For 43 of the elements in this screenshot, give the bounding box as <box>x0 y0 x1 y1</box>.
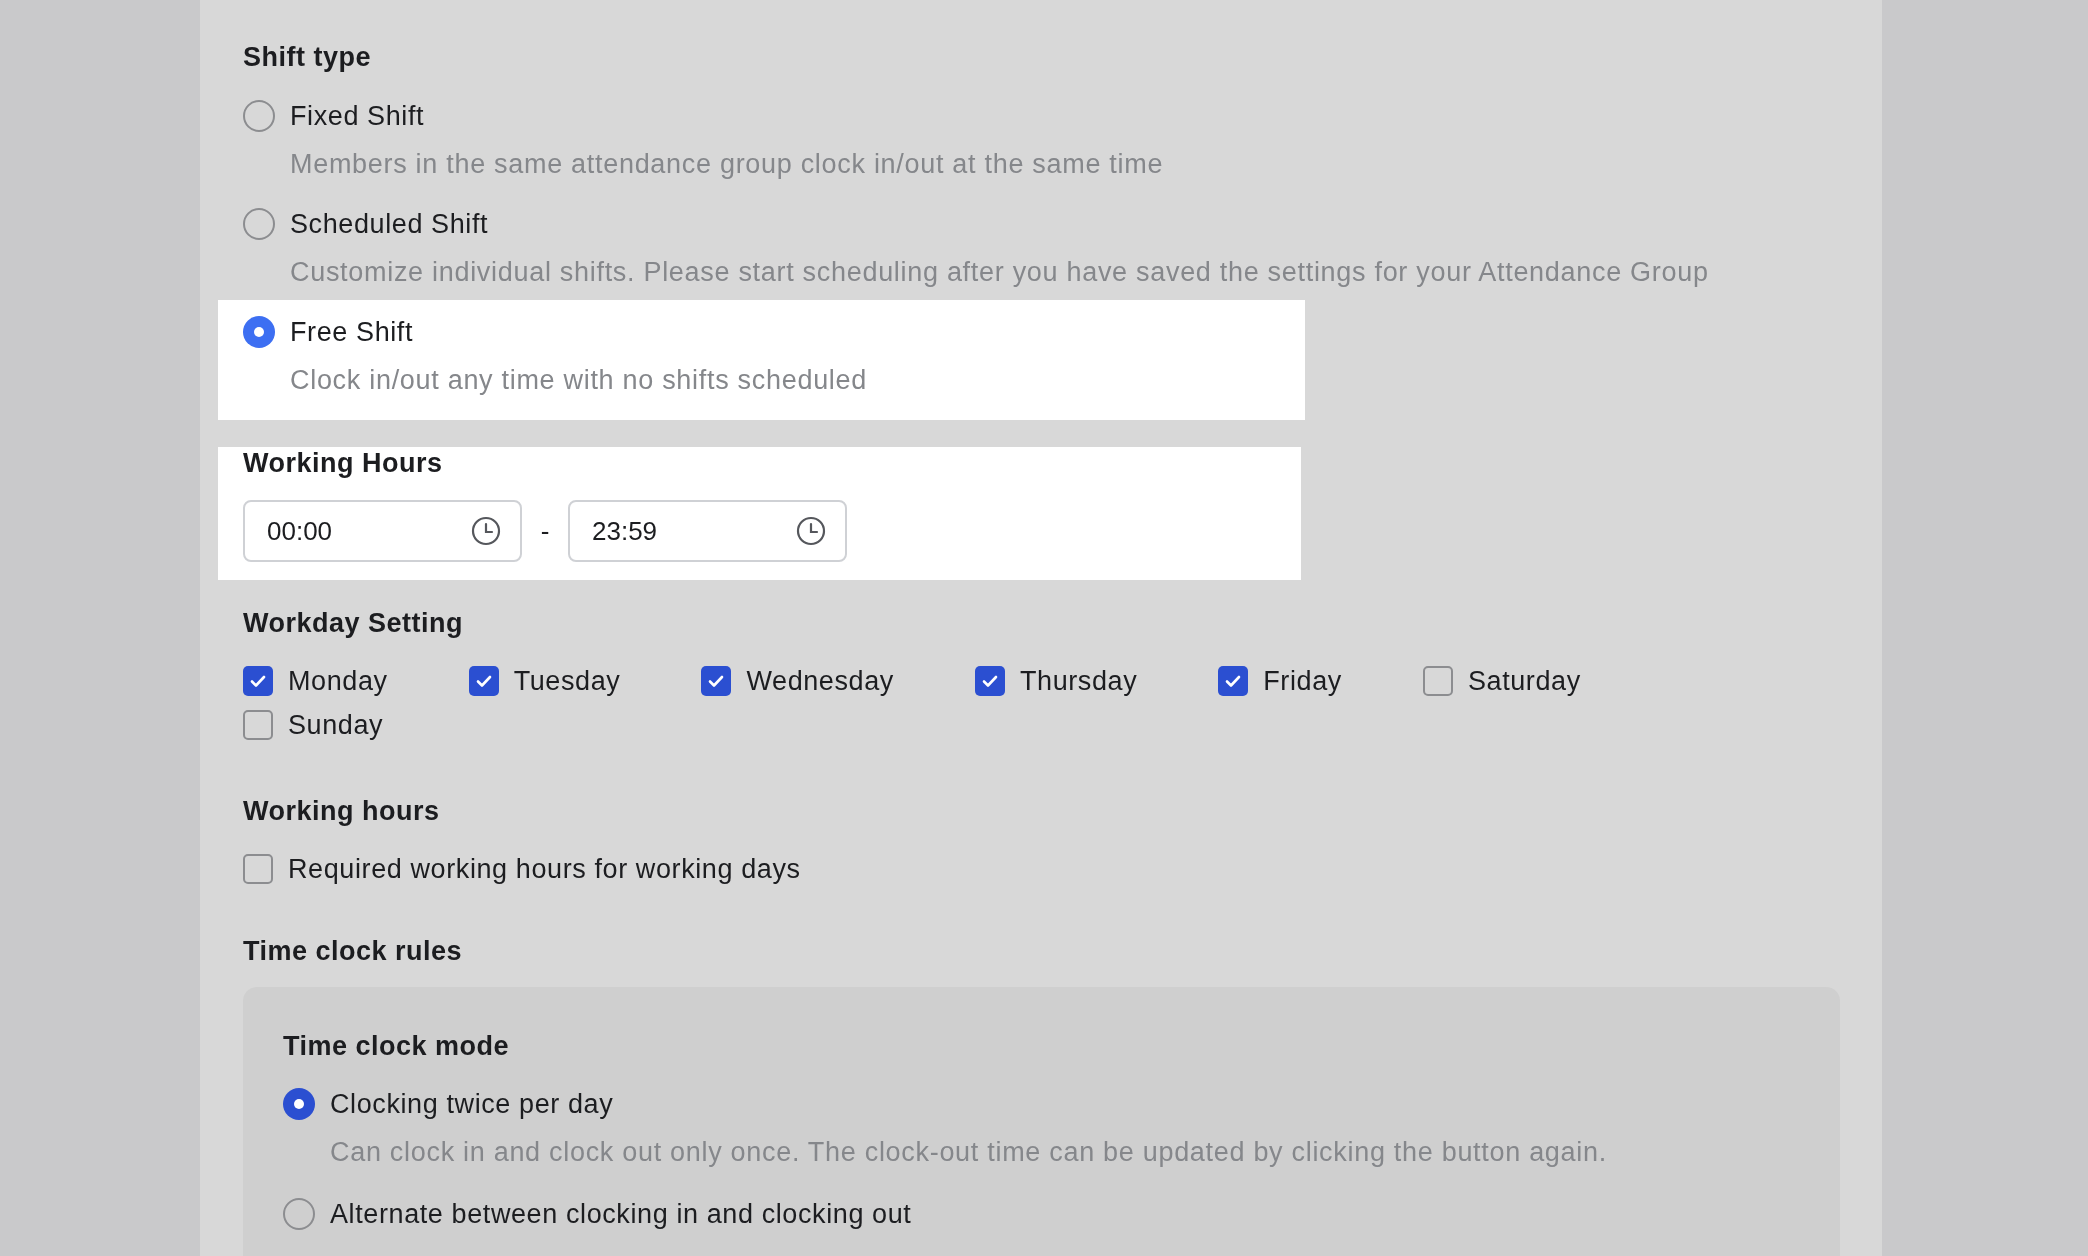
day-label: Thursday <box>1019 665 1138 697</box>
checkbox[interactable] <box>701 666 732 696</box>
section-title: Time clock rules <box>243 935 463 967</box>
radio-button[interactable] <box>283 1088 315 1120</box>
start-time-field[interactable]: 00:00 <box>243 500 522 562</box>
clock-icon <box>795 515 827 547</box>
checkbox[interactable] <box>1422 666 1453 696</box>
option-description: Members in the same attendance group clock in/out at the same time <box>290 148 1164 180</box>
section-title: Working Hours <box>243 447 443 479</box>
checkbox[interactable] <box>243 710 273 740</box>
checkbox[interactable] <box>243 666 273 696</box>
option-label: Required working hours for working days <box>288 853 801 885</box>
day-label: Wednesday <box>746 665 894 697</box>
time-value: 23:59 <box>592 515 658 547</box>
card-title: Time clock mode <box>283 1030 510 1062</box>
radio-button[interactable] <box>283 1198 315 1230</box>
option-label: Scheduled Shift <box>290 208 489 240</box>
day-label: Friday <box>1263 665 1342 697</box>
day-label: Saturday <box>1467 665 1581 697</box>
checkbox[interactable] <box>974 666 1005 696</box>
option-description: Clock in/out any time with no shifts scheduled <box>290 364 867 396</box>
checkbox[interactable] <box>1218 666 1249 696</box>
checkbox[interactable] <box>243 854 273 884</box>
section-title: Shift type <box>243 41 371 73</box>
option-label: Free Shift <box>290 316 414 348</box>
range-separator: - <box>539 515 551 547</box>
checkbox[interactable] <box>468 666 499 696</box>
section-title: Working hours <box>243 795 440 827</box>
option-label: Alternate between clocking in and clocking out <box>330 1198 912 1230</box>
end-time-field[interactable]: 23:59 <box>568 500 847 562</box>
radio-button[interactable] <box>243 100 275 132</box>
option-description: Customize individual shifts. Please start scheduling after you have saved the settings for your Attendance Group <box>290 256 1709 288</box>
radio-button[interactable] <box>243 316 275 348</box>
section-title: Workday Setting <box>243 607 464 639</box>
option-label: Fixed Shift <box>290 100 425 132</box>
option-label: Clocking twice per day <box>330 1088 614 1120</box>
day-label: Monday <box>288 665 388 697</box>
option-description: Can clock in and clock out only once. The clock-out time can be updated by clicking the button again. <box>330 1136 1607 1168</box>
day-label: Sunday <box>288 709 384 741</box>
clock-icon <box>470 515 502 547</box>
radio-button[interactable] <box>243 208 275 240</box>
time-value: 00:00 <box>267 515 333 547</box>
day-label: Tuesday <box>513 665 621 697</box>
